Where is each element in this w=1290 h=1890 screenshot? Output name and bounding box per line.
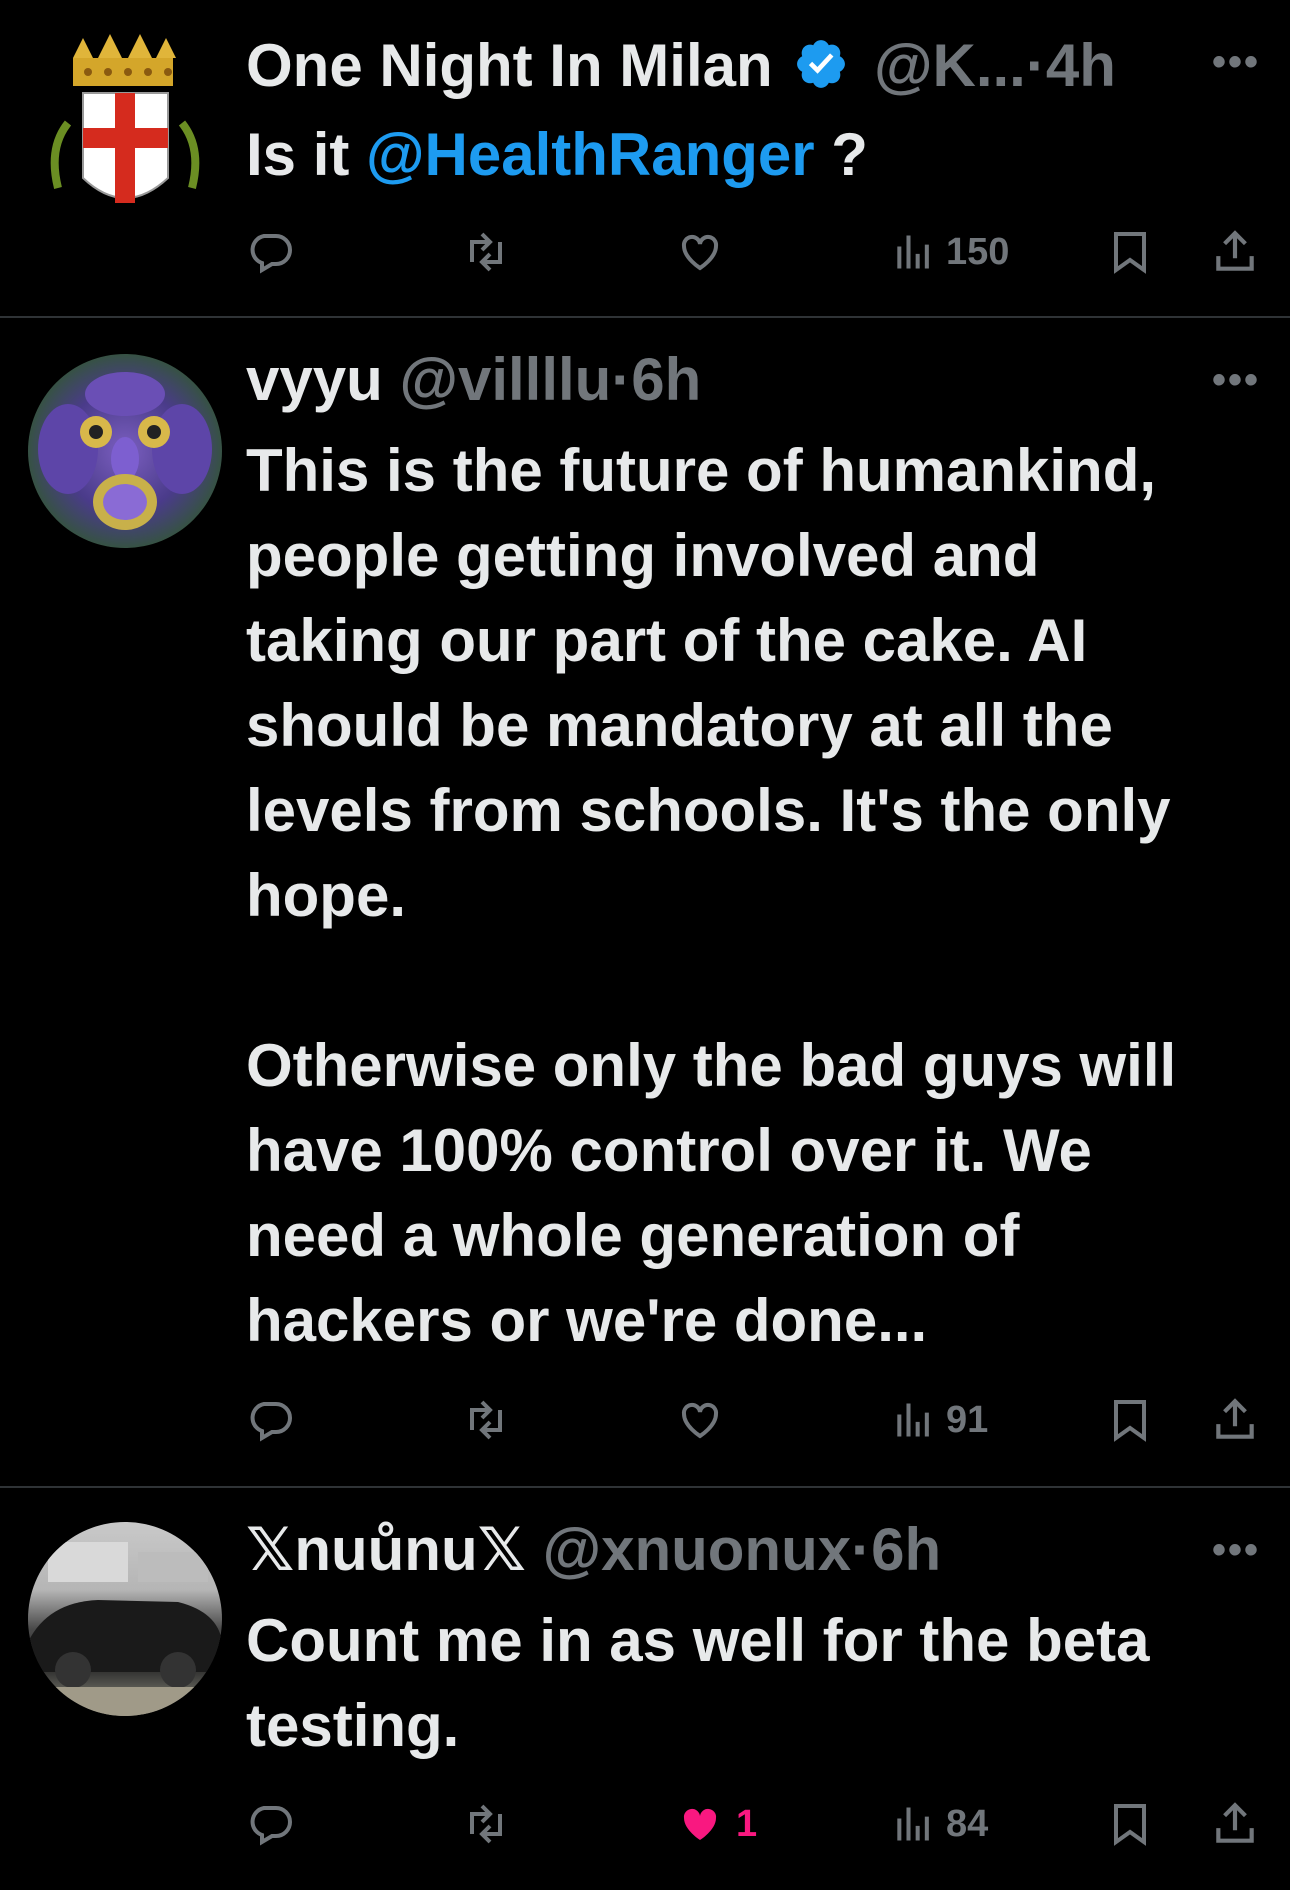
share-icon — [1216, 1398, 1254, 1439]
bookmark-icon — [1114, 232, 1146, 274]
views-count: 84 — [946, 1802, 989, 1845]
user-handle[interactable]: @xnuonux — [543, 1516, 852, 1583]
display-name[interactable]: vyyu — [246, 346, 383, 413]
timestamp[interactable]: 4h — [1046, 32, 1116, 99]
separator-dot: · — [611, 346, 632, 413]
views-icon — [897, 1403, 929, 1437]
share-button[interactable] — [1210, 1390, 1260, 1450]
action-bar: 150 — [246, 222, 1270, 282]
action-bar: 91 — [246, 1390, 1270, 1450]
tweet-text-part: Is it — [246, 121, 350, 188]
views-button[interactable]: 150 — [892, 222, 1009, 282]
milan-crest-avatar[interactable] — [28, 28, 222, 222]
views-icon — [897, 1807, 929, 1841]
separator-dot: · — [1025, 32, 1046, 99]
display-name[interactable]: 𝕏nuůnu𝕏 — [246, 1516, 526, 1583]
views-icon — [897, 235, 929, 269]
tweet-header: vyyu @villllu·6h — [246, 344, 1260, 416]
separator-dot: · — [851, 1516, 872, 1583]
reply-icon — [250, 1806, 292, 1846]
like-count: 1 — [736, 1802, 758, 1845]
heart-icon — [681, 234, 719, 271]
views-button[interactable]: 91 — [892, 1390, 988, 1450]
views-count: 150 — [946, 230, 1010, 273]
tweet-text: This is the future of humankind, people … — [246, 437, 1177, 1354]
more-icon[interactable]: ••• — [1212, 358, 1260, 403]
views-count: 91 — [946, 1398, 989, 1441]
tweet-3[interactable]: 𝕏nuůnu𝕏 @xnuonux·6h ••• Count me in as w… — [0, 1488, 1290, 1890]
user-handle[interactable]: @K... — [874, 32, 1026, 99]
more-icon[interactable]: ••• — [1212, 1528, 1260, 1573]
like-button[interactable] — [676, 1390, 724, 1450]
share-button[interactable] — [1210, 222, 1260, 282]
display-name[interactable]: One Night In Milan — [246, 32, 773, 99]
bookmark-button[interactable] — [1106, 222, 1154, 282]
tweet-text-part: ? — [814, 121, 868, 188]
tweet-text: Is it @HealthRanger ? — [246, 112, 1260, 197]
bookmark-button[interactable] — [1106, 1794, 1154, 1854]
reply-button[interactable] — [246, 222, 294, 282]
share-icon — [1216, 230, 1254, 271]
reply-icon — [250, 1402, 292, 1442]
tweet-2[interactable]: vyyu @villllu·6h ••• This is the future … — [0, 318, 1290, 1488]
verified-badge-icon — [793, 36, 849, 108]
car-photo-avatar[interactable] — [28, 1522, 222, 1716]
timestamp[interactable]: 6h — [631, 346, 701, 413]
orchid-avatar[interactable] — [28, 354, 222, 548]
action-bar: 1 84 — [246, 1794, 1270, 1854]
reply-button[interactable] — [246, 1794, 294, 1854]
tweet-1[interactable]: One Night In Milan @K...·4h ••• Is it @H… — [0, 0, 1290, 318]
more-icon[interactable]: ••• — [1212, 40, 1260, 85]
bookmark-icon — [1114, 1400, 1146, 1442]
retweet-button[interactable] — [460, 1390, 512, 1450]
retweet-button[interactable] — [460, 222, 512, 282]
like-button[interactable]: 1 — [676, 1794, 757, 1854]
heart-icon — [681, 1402, 719, 1439]
timestamp[interactable]: 6h — [871, 1516, 941, 1583]
retweet-icon — [470, 1400, 502, 1440]
share-icon — [1216, 1802, 1254, 1843]
tweet-text: Count me in as well for the beta testing… — [246, 1607, 1150, 1759]
bookmark-button[interactable] — [1106, 1390, 1154, 1450]
like-button[interactable] — [676, 222, 724, 282]
user-handle[interactable]: @villllu — [399, 346, 611, 413]
retweet-button[interactable] — [460, 1794, 512, 1854]
tweet-header: One Night In Milan @K...·4h — [246, 30, 1260, 102]
bookmark-icon — [1114, 1804, 1146, 1846]
heart-icon — [683, 1808, 717, 1840]
mention-link[interactable]: @HealthRanger — [366, 121, 815, 188]
reply-button[interactable] — [246, 1390, 294, 1450]
tweet-header: 𝕏nuůnu𝕏 @xnuonux·6h — [246, 1514, 1260, 1586]
share-button[interactable] — [1210, 1794, 1260, 1854]
retweet-icon — [470, 1804, 502, 1844]
reply-icon — [250, 234, 292, 274]
retweet-icon — [470, 232, 502, 272]
views-button[interactable]: 84 — [892, 1794, 988, 1854]
